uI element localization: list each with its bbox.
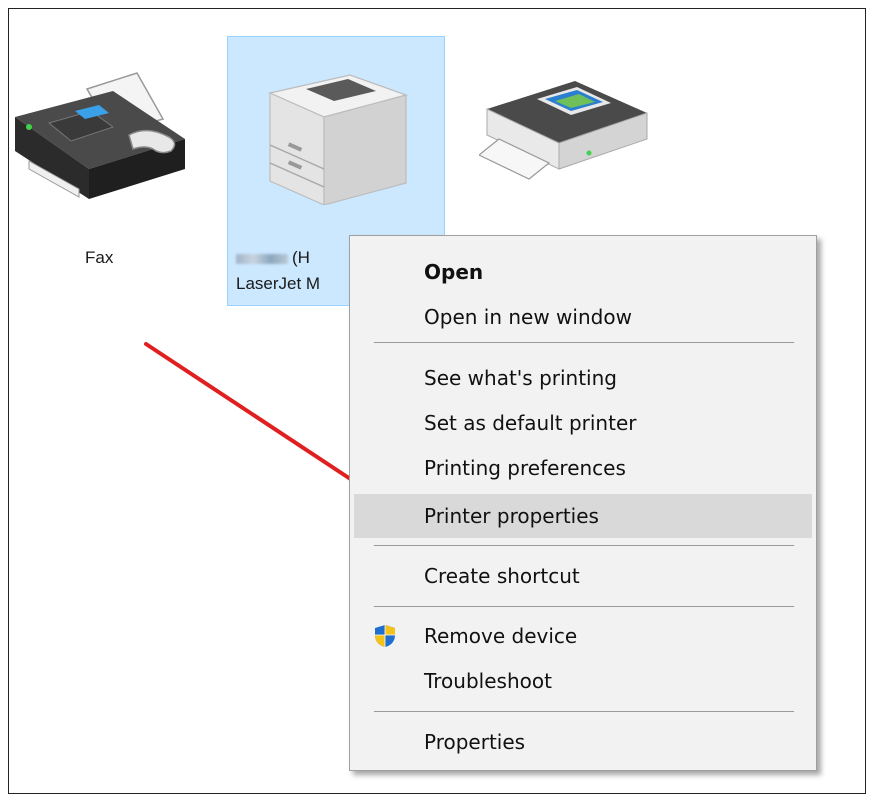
menu-item-troubleshoot[interactable]: Troubleshoot [354, 661, 812, 701]
menu-item-label: Printing preferences [424, 456, 626, 480]
menu-item-set-default-printer[interactable]: Set as default printer [354, 403, 812, 443]
menu-item-label: Printer properties [424, 504, 599, 528]
menu-item-see-whats-printing[interactable]: See what's printing [354, 358, 812, 398]
devices-and-printers-window: Fax (H LaserJet M Open Open in new windo… [8, 8, 866, 794]
menu-item-remove-device[interactable]: Remove device [354, 616, 812, 656]
menu-item-label: Set as default printer [424, 411, 637, 435]
menu-item-label: Open in new window [424, 305, 632, 329]
context-menu: Open Open in new window See what's print… [349, 235, 817, 771]
menu-item-label: Remove device [424, 624, 578, 648]
menu-item-open[interactable]: Open [354, 252, 812, 292]
menu-item-label: Open [424, 260, 484, 284]
menu-item-printing-preferences[interactable]: Printing preferences [354, 448, 812, 488]
menu-item-label: Troubleshoot [424, 669, 552, 693]
menu-item-label: See what's printing [424, 366, 617, 390]
menu-item-printer-properties[interactable]: Printer properties [354, 494, 812, 538]
printer-icon [479, 81, 648, 180]
menu-item-label: Properties [424, 730, 526, 754]
menu-separator [374, 342, 794, 343]
menu-item-properties[interactable]: Properties [354, 722, 812, 762]
menu-separator [374, 711, 794, 712]
menu-item-open-new-window[interactable]: Open in new window [354, 297, 812, 337]
menu-item-create-shortcut[interactable]: Create shortcut [354, 556, 812, 596]
menu-separator [374, 606, 794, 607]
device-printer[interactable] [479, 69, 659, 209]
menu-separator [374, 545, 794, 546]
menu-item-label: Create shortcut [424, 564, 580, 588]
uac-shield-icon [375, 625, 395, 647]
